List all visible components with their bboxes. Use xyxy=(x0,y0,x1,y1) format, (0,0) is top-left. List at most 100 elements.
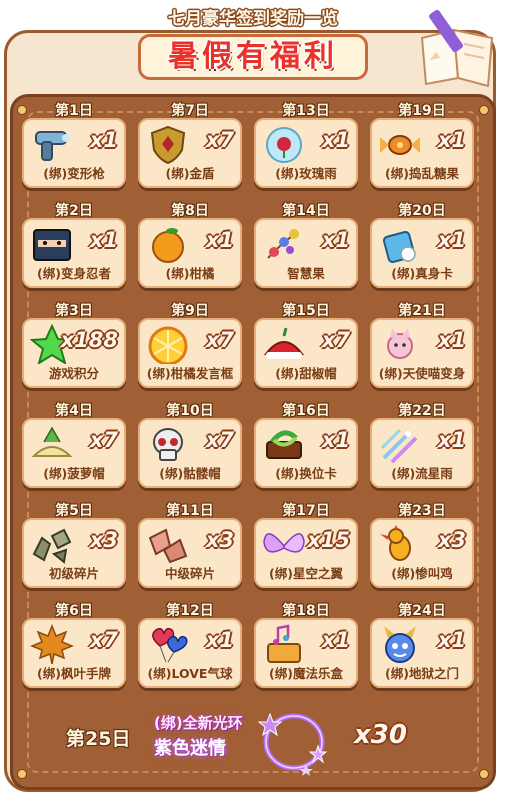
reward-cell[interactable]: 第4日 x7 (绑)菠萝帽 xyxy=(22,400,126,488)
reward-cell[interactable]: 第16日 x1 (绑)换位卡 xyxy=(254,400,358,488)
reward-card[interactable]: x3 初级碎片 xyxy=(22,518,126,588)
reward-cell[interactable]: 第14日 x1 智慧果 xyxy=(254,200,358,288)
reward-card[interactable]: x1 (绑)流星雨 xyxy=(370,418,474,488)
day-label: 第3日 xyxy=(55,303,93,319)
final-reward[interactable]: 第25日 (绑)全新光环 紫色迷情 x30 xyxy=(36,698,466,778)
reward-card[interactable]: x1 (绑)地狱之门 xyxy=(370,618,474,688)
reward-quantity: x1 xyxy=(437,628,466,652)
reward-card[interactable]: x7 (绑)甜椒帽 xyxy=(254,318,358,388)
meteor-icon xyxy=(380,428,418,464)
reward-card[interactable]: x188 游戏积分 xyxy=(22,318,126,388)
reward-name: (绑)惨叫鸡 xyxy=(391,566,453,581)
reward-card[interactable]: x3 (绑)惨叫鸡 xyxy=(370,518,474,588)
reward-name: (绑)真身卡 xyxy=(391,266,453,281)
glove-card-icon xyxy=(382,230,416,264)
reward-name: 初级碎片 xyxy=(48,566,99,581)
day-label: 第1日 xyxy=(55,103,93,119)
pepper-hat-icon xyxy=(263,327,305,359)
reward-quantity: x1 xyxy=(89,228,118,252)
reward-card[interactable]: x7 (绑)金盾 xyxy=(138,118,242,188)
reward-cell[interactable]: 第9日 x7 (绑)柑橘发言框 xyxy=(138,300,242,388)
reward-name: 智慧果 xyxy=(287,266,325,281)
love-balloon-icon xyxy=(152,627,188,663)
reward-name: (绑)捣乱糖果 xyxy=(385,166,459,181)
reward-cell[interactable]: 第7日 x7 (绑)金盾 xyxy=(138,100,242,188)
skull-icon xyxy=(153,428,183,461)
bolt-icon xyxy=(479,105,489,115)
reward-cell[interactable]: 第20日 x1 (绑)真身卡 xyxy=(370,200,474,288)
reward-cell[interactable]: 第21日 x1 (绑)天使喵变身 xyxy=(370,300,474,388)
reward-cell[interactable]: 第12日 x1 (绑)LOVE气球 xyxy=(138,600,242,688)
reward-card[interactable]: x1 (绑)真身卡 xyxy=(370,218,474,288)
reward-cell[interactable]: 第10日 x7 (绑)骷髅帽 xyxy=(138,400,242,488)
event-banner: 暑假有福利 xyxy=(138,34,368,80)
reward-name: (绑)玫瑰雨 xyxy=(275,166,337,181)
reward-cell[interactable]: 第23日 x3 (绑)惨叫鸡 xyxy=(370,500,474,588)
reward-card[interactable]: x3 中级碎片 xyxy=(138,518,242,588)
reward-cell[interactable]: 第8日 x1 (绑)柑橘 xyxy=(138,200,242,288)
book-pencil-icon xyxy=(420,9,494,88)
shard-gray-icon xyxy=(32,528,72,564)
day-label: 第7日 xyxy=(171,103,209,119)
reward-card[interactable]: x1 (绑)魔法乐盒 xyxy=(254,618,358,688)
rose-bubble-icon xyxy=(266,127,302,163)
reward-card[interactable]: x1 智慧果 xyxy=(254,218,358,288)
reward-cell[interactable]: 第1日 x1 (绑)变形枪 xyxy=(22,100,126,188)
reward-name: (绑)甜椒帽 xyxy=(275,366,337,381)
reward-cell[interactable]: 第19日 x1 (绑)捣乱糖果 xyxy=(370,100,474,188)
reward-cell[interactable]: 第22日 x1 (绑)流星雨 xyxy=(370,400,474,488)
reward-quantity: x7 xyxy=(89,628,118,652)
day-label: 第21日 xyxy=(398,303,446,319)
reward-quantity: x3 xyxy=(437,528,466,552)
reward-card[interactable]: x1 (绑)变身忍者 xyxy=(22,218,126,288)
reward-card[interactable]: x7 (绑)骷髅帽 xyxy=(138,418,242,488)
rubber-chicken-icon xyxy=(380,525,411,561)
reward-quantity: x1 xyxy=(321,228,350,252)
day-label: 第22日 xyxy=(398,403,446,419)
reward-card[interactable]: x15 (绑)星空之翼 xyxy=(254,518,358,588)
shard-pink-icon xyxy=(148,528,188,564)
berry-branch-icon xyxy=(267,229,299,259)
day-label: 第15日 xyxy=(282,303,330,319)
reward-name: (绑)菠萝帽 xyxy=(43,466,105,481)
orange-icon xyxy=(152,228,184,263)
reward-cell[interactable]: 第6日 x7 (绑)枫叶手牌 xyxy=(22,600,126,688)
reward-name: (绑)枫叶手牌 xyxy=(37,666,111,681)
reward-quantity: x7 xyxy=(205,428,234,452)
reward-quantity: x1 xyxy=(437,428,466,452)
reward-cell[interactable]: 第11日 x3 中级碎片 xyxy=(138,500,242,588)
reward-card[interactable]: x1 (绑)柑橘 xyxy=(138,218,242,288)
wings-icon xyxy=(263,533,305,553)
reward-cell[interactable]: 第18日 x1 (绑)魔法乐盒 xyxy=(254,600,358,688)
gun-icon xyxy=(35,131,70,161)
day-label: 第20日 xyxy=(398,203,446,219)
reward-cell[interactable]: 第24日 x1 (绑)地狱之门 xyxy=(370,600,474,688)
reward-card[interactable]: x1 (绑)玫瑰雨 xyxy=(254,118,358,188)
reward-card[interactable]: x7 (绑)菠萝帽 xyxy=(22,418,126,488)
day-label: 第13日 xyxy=(282,103,330,119)
day-label: 第16日 xyxy=(282,403,330,419)
reward-cell[interactable]: 第5日 x3 初级碎片 xyxy=(22,500,126,588)
reward-cell[interactable]: 第2日 x1 (绑)变身忍者 xyxy=(22,200,126,288)
reward-card[interactable]: x7 (绑)柑橘发言框 xyxy=(138,318,242,388)
reward-name: (绑)流星雨 xyxy=(391,466,453,481)
reward-cell[interactable]: 第3日 x188 游戏积分 xyxy=(22,300,126,388)
reward-card[interactable]: x1 (绑)换位卡 xyxy=(254,418,358,488)
reward-card[interactable]: x1 (绑)LOVE气球 xyxy=(138,618,242,688)
reward-quantity: x1 xyxy=(437,328,466,352)
final-reward-subtitle: (绑)全新光环 xyxy=(154,714,243,732)
reward-card[interactable]: x7 (绑)枫叶手牌 xyxy=(22,618,126,688)
banner-text: 暑假有福利 xyxy=(168,39,338,74)
reward-cell[interactable]: 第17日 x15 (绑)星空之翼 xyxy=(254,500,358,588)
reward-card[interactable]: x1 (绑)捣乱糖果 xyxy=(370,118,474,188)
reward-cell[interactable]: 第15日 x7 (绑)甜椒帽 xyxy=(254,300,358,388)
reward-quantity: x188 xyxy=(60,328,118,352)
final-day-label: 第25日 xyxy=(66,728,131,750)
reward-card[interactable]: x1 (绑)天使喵变身 xyxy=(370,318,474,388)
day-label: 第2日 xyxy=(55,203,93,219)
day-label: 第9日 xyxy=(171,303,209,319)
reward-cell[interactable]: 第13日 x1 (绑)玫瑰雨 xyxy=(254,100,358,188)
day-label: 第23日 xyxy=(398,503,446,519)
maple-leaf-icon xyxy=(30,624,74,664)
reward-card[interactable]: x1 (绑)变形枪 xyxy=(22,118,126,188)
